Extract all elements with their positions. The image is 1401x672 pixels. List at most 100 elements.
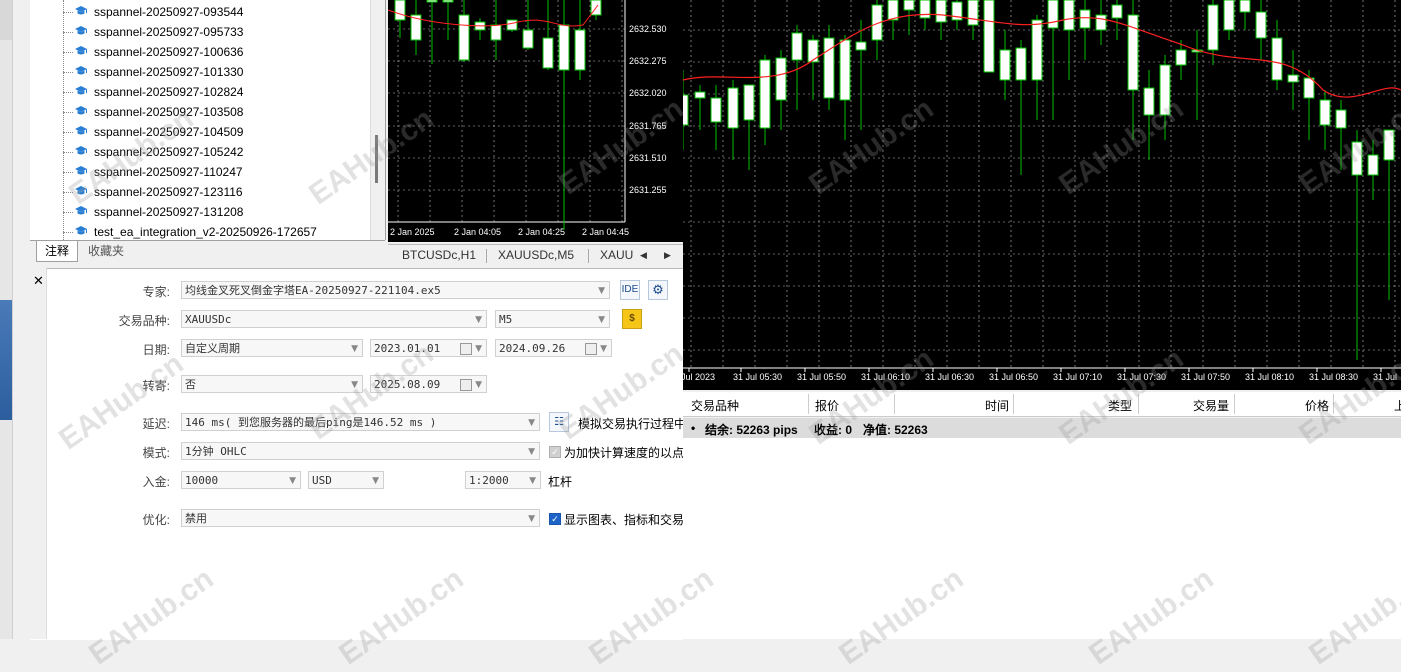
forward-label: 转寄:: [142, 379, 170, 393]
navigator-item[interactable]: sspannel-20250927-103508: [74, 102, 243, 122]
time-tick-label: 31 Jul 07:30: [1117, 372, 1166, 382]
forward-select[interactable]: 否 ▼: [181, 375, 363, 393]
dollar-icon[interactable]: $: [622, 309, 642, 329]
candle: [542, 37, 554, 69]
trade-table-body: [683, 438, 1401, 639]
currency-select[interactable]: USD ▼: [308, 471, 384, 489]
graduation-cap-icon: [75, 206, 87, 215]
navigator-item[interactable]: sspannel-20250927-095733: [74, 22, 243, 42]
navigator-item[interactable]: sspannel-20250927-100636: [74, 42, 243, 62]
expert-label: 专家:: [142, 285, 170, 299]
candle: [394, 0, 406, 21]
navigator-item[interactable]: sspannel-20250927-123116: [74, 182, 243, 202]
mode-select[interactable]: 1分钟 OHLC ▼: [181, 442, 540, 460]
balance-row[interactable]: • 结余: 52263 pips 收益: 0 净值: 52263: [683, 418, 1401, 438]
candle: [522, 29, 534, 49]
time-tick-label: 31 Jul 07:10: [1053, 372, 1102, 382]
date-to-picker[interactable]: 2024.09.26 ▼: [495, 339, 612, 357]
candle: [442, 0, 454, 3]
navigator-item[interactable]: sspannel-20250927-105242: [74, 142, 243, 162]
time-tick-label: 2 Jan 04:05: [454, 227, 501, 237]
candle: [1383, 129, 1395, 161]
close-icon[interactable]: ✕: [33, 273, 44, 289]
tab-comments[interactable]: 注释: [36, 241, 79, 262]
tab-favorites[interactable]: 收藏夹: [80, 241, 132, 261]
candle: [855, 41, 867, 51]
navigator-tabs: 注释 收藏夹: [30, 240, 385, 263]
col-time[interactable]: 时间: [985, 397, 1009, 414]
small-chart-canvas: 2632.530 2632.275 2632.020 2631.765 2631.510…: [387, 0, 667, 237]
navigator-item[interactable]: sspannel-20250927-110247: [74, 162, 243, 182]
graduation-cap-icon: [75, 166, 87, 175]
col-symbol[interactable]: 交易品种: [691, 397, 739, 414]
graduation-cap-icon: [75, 26, 87, 35]
tab-scroll-left-icon[interactable]: ◀: [640, 250, 647, 261]
graduation-cap-icon: [75, 86, 87, 95]
col-price[interactable]: 价格: [1305, 397, 1329, 414]
date-from-picker[interactable]: 2023.01.01 ▼: [370, 339, 487, 357]
expert-select[interactable]: 均线金叉死叉倒金字塔EA-20250927-221104.ex5 ▼: [181, 281, 610, 299]
price-tick-label: 2631.765: [629, 121, 667, 131]
chart-tab-xauu[interactable]: XAUU: [600, 248, 633, 262]
col-ticket[interactable]: 报价: [815, 397, 839, 414]
candle: [807, 39, 819, 63]
delay-label: 延迟:: [142, 417, 170, 431]
chart-tab-btcusdc[interactable]: BTCUSDc,H1: [402, 248, 476, 262]
candle: [1207, 4, 1219, 51]
delay-select[interactable]: 146 ms( 到您服务器的最后ping是146.52 ms ) ▼: [181, 413, 540, 431]
trade-table-header: 交易品种 报价 时间 类型 交易量 价格 上: [683, 392, 1401, 417]
deposit-select[interactable]: 10000 ▼: [181, 471, 301, 489]
candle: [1335, 109, 1347, 129]
gear-icon[interactable]: ⚙: [648, 280, 668, 300]
date-mode-select[interactable]: 自定义周期 ▼: [181, 339, 363, 357]
candle: [839, 39, 851, 101]
navigator-scrollbar[interactable]: [370, 0, 385, 240]
navigator-item-label: sspannel-20250927-100636: [94, 45, 244, 59]
fast-calc-checkbox[interactable]: ✓: [549, 446, 561, 458]
navigator-item[interactable]: sspannel-20250927-131208: [74, 202, 243, 222]
period-select[interactable]: M5 ▼: [495, 310, 610, 328]
forward-date-picker[interactable]: 2025.08.09 ▼: [370, 375, 487, 393]
time-tick-label: 31 Jul 06:50: [989, 372, 1038, 382]
time-tick-label: Jul 2023: [683, 372, 715, 382]
ide-button[interactable]: IDE: [620, 280, 640, 300]
tester-close-strip: ✕: [30, 268, 47, 639]
navigator-item-label: sspannel-20250927-093544: [94, 5, 244, 19]
candle: [791, 32, 803, 61]
candle: [1095, 14, 1107, 31]
navigator-item[interactable]: sspannel-20250927-102824: [74, 82, 243, 102]
graduation-cap-icon: [75, 106, 87, 115]
navigator-item[interactable]: sspannel-20250927-104509: [74, 122, 243, 142]
graduation-cap-icon: [75, 46, 87, 55]
delay-option-text: 模拟交易执行过程中: [578, 417, 687, 431]
navigator-item[interactable]: test_ea_integration_v2-20250926-172657: [74, 222, 317, 240]
small-price-chart[interactable]: 2632.530 2632.275 2632.020 2631.765 2631.510…: [387, 0, 683, 242]
candle: [1111, 4, 1123, 19]
tab-scroll-right-icon[interactable]: ▶: [664, 250, 671, 261]
navigator-item-label: sspannel-20250927-105242: [94, 145, 244, 159]
optimize-select[interactable]: 禁用 ▼: [181, 509, 540, 527]
forward-date-value: 2025.08.09: [374, 378, 441, 391]
left-sidebar-strip: [0, 0, 13, 639]
leverage-select[interactable]: 1:2000 ▼: [465, 471, 541, 489]
candle: [775, 57, 787, 101]
navigator-item[interactable]: sspannel-20250927-101330: [74, 62, 243, 82]
col-type[interactable]: 类型: [1108, 397, 1132, 414]
visual-mode-checkbox[interactable]: ✓: [549, 513, 561, 525]
currency-value: USD: [312, 474, 332, 487]
col-volume[interactable]: 交易量: [1193, 397, 1229, 414]
time-tick-label: 31 Jul 05:30: [733, 372, 782, 382]
candle: [490, 24, 502, 41]
candle: [1159, 64, 1171, 116]
symbol-select[interactable]: XAUUSDc ▼: [181, 310, 487, 328]
date-mode-value: 自定义周期: [185, 342, 240, 355]
candle: [1271, 37, 1283, 81]
candle: [710, 97, 722, 123]
delay-value: 146 ms( 到您服务器的最后ping是146.52 ms ): [185, 416, 437, 429]
chart-tab-xauusdc[interactable]: XAUUSDc,M5: [498, 248, 574, 262]
candle: [1031, 19, 1043, 81]
settings-sliders-icon[interactable]: ☷: [549, 412, 569, 432]
navigator-item[interactable]: sspannel-20250927-093544: [74, 2, 243, 22]
col-sl[interactable]: 上: [1394, 397, 1401, 414]
main-price-chart[interactable]: Jul 2023 31 Jul 05:30 31 Jul 05:50 31 Jul 0…: [677, 0, 1401, 390]
